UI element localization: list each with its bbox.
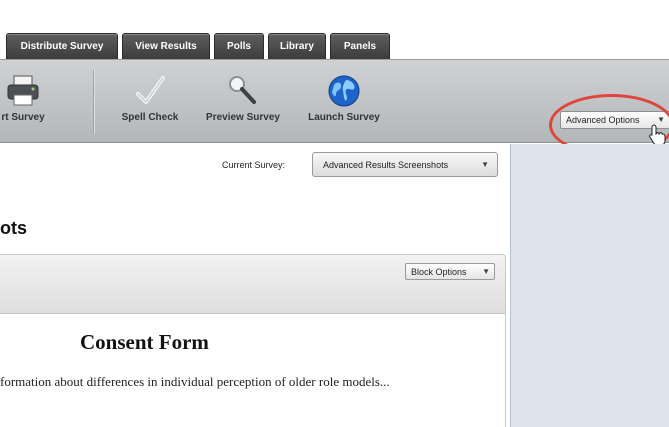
tab-label: Polls	[227, 41, 251, 52]
tab-panels[interactable]: Panels	[330, 33, 390, 59]
block-options-label: Block Options	[411, 266, 467, 277]
chevron-down-icon: ▼	[481, 160, 489, 169]
tab-library[interactable]: Library	[268, 33, 326, 59]
tab-bar: Distribute Survey View Results Polls Lib…	[0, 0, 669, 60]
chevron-down-icon: ▼	[482, 267, 490, 276]
print-survey-button[interactable]: rt Survey	[0, 60, 68, 144]
consent-form-text: formation about differences in individua…	[0, 374, 390, 389]
launch-survey-button[interactable]: Launch Survey	[296, 60, 392, 144]
tab-polls[interactable]: Polls	[214, 33, 264, 59]
tab-label: View Results	[135, 41, 197, 52]
consent-form-title: Consent Form	[80, 330, 209, 354]
survey-title: ots	[0, 218, 27, 238]
tab-label: Panels	[343, 41, 377, 52]
current-survey-label: Current Survey:	[222, 160, 286, 170]
toolbar-divider	[93, 70, 94, 134]
print-survey-label: rt Survey	[1, 112, 45, 123]
block-options-button[interactable]: Block Options ▼	[405, 263, 495, 280]
current-survey-select[interactable]: Advanced Results Screenshots ▼	[312, 152, 498, 177]
spell-check-label: Spell Check	[121, 112, 179, 123]
spell-check-button[interactable]: Spell Check	[110, 60, 190, 144]
magnifier-icon	[229, 76, 256, 104]
preview-survey-button[interactable]: Preview Survey	[193, 60, 293, 144]
globe-icon	[328, 75, 360, 107]
launch-survey-label: Launch Survey	[308, 112, 380, 123]
preview-survey-label: Preview Survey	[206, 112, 280, 123]
tab-distribute-survey[interactable]: Distribute Survey	[6, 33, 118, 59]
tab-label: Library	[280, 41, 314, 52]
checkmark-icon	[136, 76, 165, 104]
right-side-panel	[510, 144, 669, 427]
tab-view-results[interactable]: View Results	[122, 33, 210, 59]
current-survey-value: Advanced Results Screenshots	[323, 159, 449, 170]
printer-icon	[7, 75, 39, 106]
hand-cursor-icon	[649, 124, 666, 146]
tab-label: Distribute Survey	[20, 41, 104, 52]
